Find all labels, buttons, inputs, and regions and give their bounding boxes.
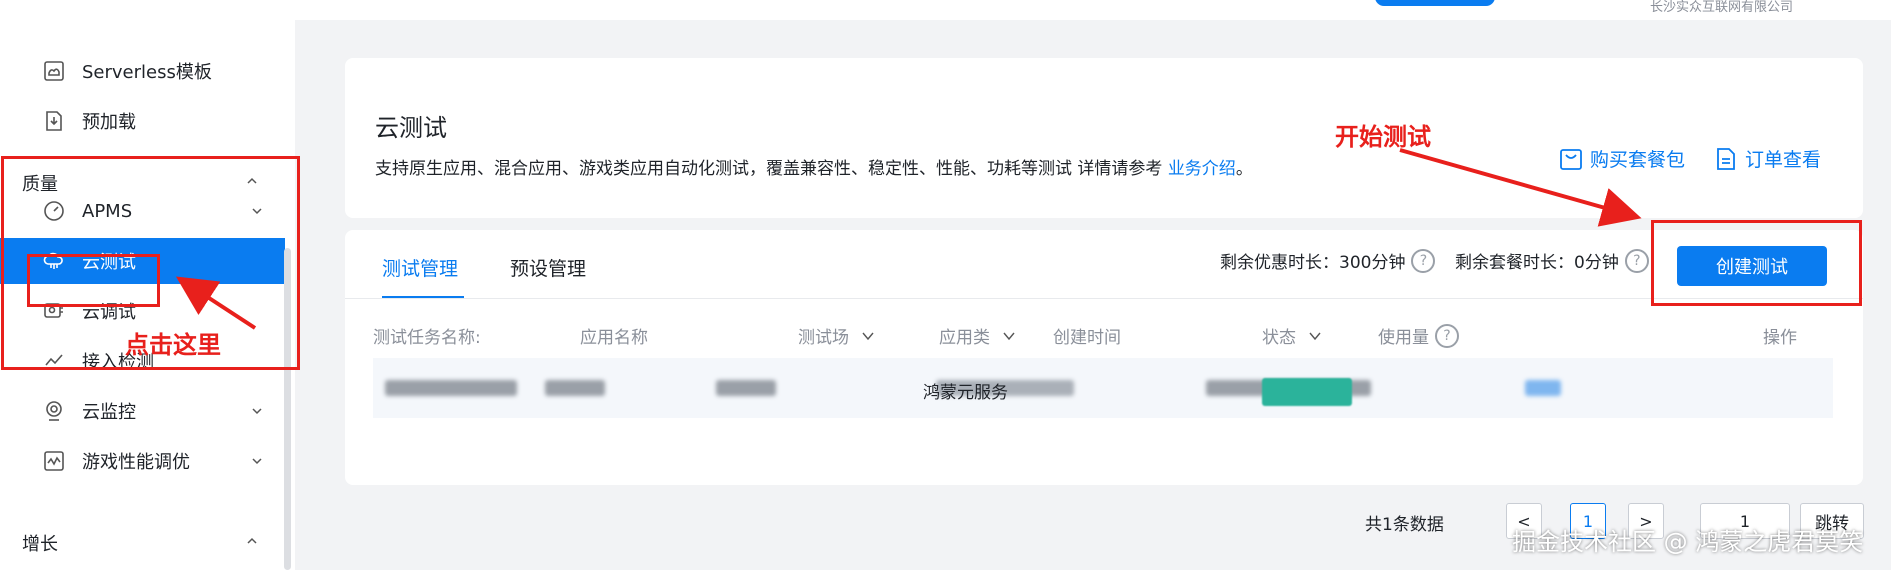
business-intro-link[interactable]: 业务介绍 (1168, 159, 1236, 179)
chevron-down-icon[interactable] (250, 404, 264, 418)
blurred-app-name (545, 380, 605, 396)
package-duration: 剩余套餐时长：0分钟 ? (1455, 248, 1649, 273)
page-description: 支持原生应用、混合应用、游戏类应用自动化测试，覆盖兼容性、稳定性、性能、功耗等测… (375, 154, 1253, 179)
blurred-task-name (385, 380, 517, 396)
help-icon[interactable]: ? (1411, 248, 1436, 273)
page: 长沙实众互联网有限公司 Serverless模板 预加载 质量 APMS 云测试… (0, 0, 1891, 570)
sidebar-item-cloud-monitor[interactable]: 云监控 (0, 388, 285, 434)
buy-package-link[interactable]: 购买套餐包 (1558, 145, 1685, 172)
chevron-down-icon (1003, 332, 1015, 340)
blurred-scene (716, 380, 776, 396)
annotation-start-test: 开始测试 (1335, 123, 1431, 151)
status-badge (1262, 378, 1352, 406)
column-header-scene[interactable]: 测试场 (798, 323, 875, 348)
column-header-actions: 操作 (1763, 328, 1797, 348)
table-row (373, 358, 1833, 418)
sidebar-item-serverless-template[interactable]: Serverless模板 (0, 48, 285, 94)
help-icon[interactable]: ? (1624, 248, 1649, 273)
column-header-app-name: 应用名称 (580, 328, 648, 348)
bag-icon (1560, 148, 1582, 170)
help-icon[interactable]: ? (1435, 323, 1459, 348)
tab-divider (345, 298, 1863, 299)
blurred-action-link[interactable] (1525, 380, 1561, 396)
order-view-label: 订单查看 (1745, 149, 1822, 171)
order-view-link[interactable]: 订单查看 (1713, 145, 1821, 172)
tab-test-management[interactable]: 测试管理 (382, 254, 458, 281)
app-type-cell: 鸿蒙元服务 (923, 383, 1008, 403)
sidebar-item-label: 游戏性能调优 (82, 452, 190, 473)
template-icon (42, 59, 66, 83)
annotation-click-here: 点击这里 (125, 331, 221, 359)
column-header-app-type[interactable]: 应用类 (939, 323, 1016, 348)
discount-duration: 剩余优惠时长：300分钟 ? (1220, 248, 1436, 273)
description-end: 。 (1235, 159, 1253, 179)
package-duration-label: 剩余套餐时长：0分钟 (1455, 253, 1619, 273)
sidebar-item-label: 预加载 (82, 112, 136, 133)
column-header-status[interactable]: 状态 (1262, 323, 1322, 348)
monitor-icon (42, 399, 66, 423)
column-header-label: 测试场 (798, 328, 849, 348)
watermark: 掘金技术社区 @ 鸿蒙之虎君莫笑 (1512, 528, 1864, 556)
tab-preset-management[interactable]: 预设管理 (510, 254, 586, 281)
description-text: 支持原生应用、混合应用、游戏类应用自动化测试，覆盖兼容性、稳定性、性能、功耗等测… (375, 159, 1168, 179)
sidebar-item-label: Serverless模板 (82, 62, 212, 83)
column-header-label: 使用量 (1378, 328, 1429, 348)
column-header-label: 应用类 (939, 328, 990, 348)
column-header-created-time: 创建时间 (1053, 328, 1121, 348)
buy-package-label: 购买套餐包 (1590, 149, 1686, 171)
game-perf-icon (42, 449, 66, 473)
preload-icon (42, 109, 66, 133)
discount-duration-label: 剩余优惠时长：300分钟 (1220, 253, 1406, 273)
sidebar-item-preload[interactable]: 预加载 (0, 98, 285, 144)
chevron-down-icon[interactable] (250, 454, 264, 468)
document-icon (1717, 147, 1735, 170)
column-header-usage: 使用量 ? (1378, 323, 1459, 348)
column-header-task-name: 测试任务名称: (373, 328, 481, 348)
pagination-total: 共1条数据 (1365, 515, 1444, 535)
chevron-down-icon (1309, 332, 1321, 340)
page-title: 云测试 (375, 114, 447, 142)
chevron-up-icon[interactable] (245, 534, 259, 548)
top-bar: 长沙实众互联网有限公司 (0, 0, 1891, 20)
chevron-down-icon (862, 332, 874, 340)
column-header-label: 状态 (1262, 328, 1296, 348)
annotation-box-cloud-test (27, 254, 160, 307)
company-name: 长沙实众互联网有限公司 (1650, 0, 1794, 15)
annotation-box-create-test (1651, 220, 1862, 306)
sidebar-item-game-perf[interactable]: 游戏性能调优 (0, 438, 285, 484)
header-card: 云测试 支持原生应用、混合应用、游戏类应用自动化测试，覆盖兼容性、稳定性、性能、… (345, 58, 1863, 218)
sidebar-item-label: 云监控 (82, 402, 136, 423)
main-card: 测试管理 预设管理 剩余优惠时长：300分钟 ? 剩余套餐时长：0分钟 ? 创建… (345, 230, 1863, 485)
top-action-button[interactable] (1375, 0, 1495, 6)
sidebar-group-growth[interactable]: 增长 (22, 530, 58, 556)
